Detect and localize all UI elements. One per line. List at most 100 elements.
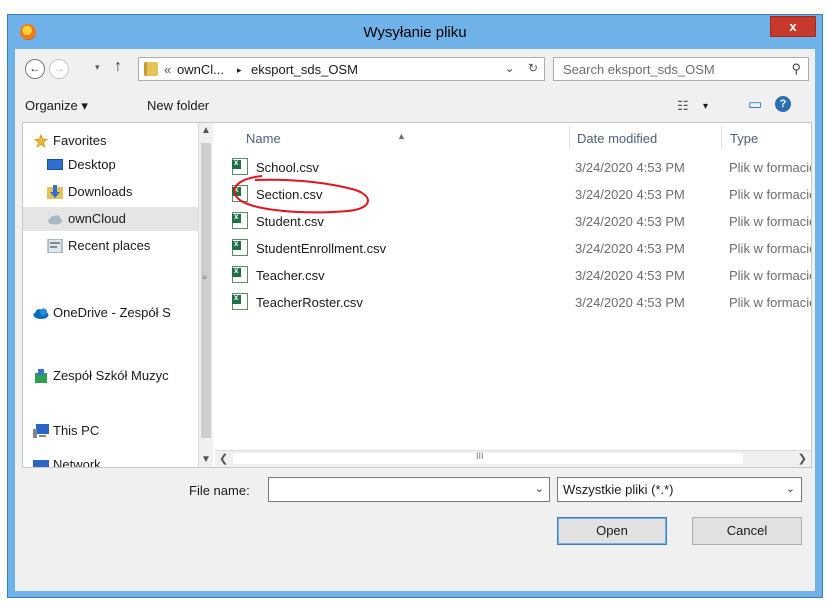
breadcrumb-separator-icon[interactable]: ▸ — [237, 65, 242, 76]
window-title: Wysyłanie pliku — [363, 24, 467, 41]
sharepoint-icon — [35, 369, 47, 383]
scroll-grip-icon: ≡ — [202, 273, 207, 282]
table-row[interactable]: Section.csv 3/24/2020 4:53 PM Plik w for… — [215, 182, 811, 208]
sidebar-item-this-pc[interactable]: This PC — [23, 419, 198, 443]
file-type: Plik w formacie CSV — [729, 187, 811, 202]
table-row[interactable]: Teacher.csv 3/24/2020 4:53 PM Plik w for… — [215, 263, 811, 289]
onedrive-icon — [33, 308, 49, 319]
scroll-thumb[interactable] — [201, 143, 211, 438]
sidebar-item-favorites[interactable]: Favorites — [23, 129, 198, 153]
sidebar-item-label: This PC — [53, 423, 100, 438]
refresh-icon[interactable]: ↻ — [528, 61, 538, 75]
recent-locations-dropdown-icon[interactable]: ▾ — [95, 62, 100, 73]
sidebar-item-label: ownCloud — [68, 211, 126, 226]
sidebar-item-sharepoint[interactable]: Zespół Szkół Muzyc — [23, 364, 198, 388]
file-date: 3/24/2020 4:53 PM — [575, 187, 685, 202]
csv-file-icon — [232, 185, 248, 202]
file-date: 3/24/2020 4:53 PM — [575, 268, 685, 283]
sidebar-item-label: Recent places — [68, 238, 151, 253]
file-date: 3/24/2020 4:53 PM — [575, 160, 685, 175]
up-arrow-icon[interactable]: ↑ — [114, 58, 122, 76]
table-row[interactable]: StudentEnrollment.csv 3/24/2020 4:53 PM … — [215, 236, 811, 262]
forward-button[interactable]: → — [49, 59, 69, 79]
column-header-type[interactable]: Type — [730, 131, 758, 146]
cancel-button[interactable]: Cancel — [692, 517, 802, 545]
file-upload-dialog: Wysyłanie pliku x ← → ▾ ↑ « ownCl... ▸ e… — [7, 14, 823, 598]
computer-icon — [33, 424, 49, 438]
file-name: TeacherRoster.csv — [256, 295, 363, 310]
change-view-icon[interactable]: ☷ — [677, 98, 689, 114]
sidebar-item-label: Desktop — [68, 157, 116, 172]
view-dropdown-icon[interactable]: ▾ — [703, 101, 708, 112]
search-icon[interactable]: ⚲ — [791, 61, 801, 77]
sidebar-item-desktop[interactable]: Desktop — [23, 153, 198, 177]
csv-file-icon — [232, 158, 248, 175]
sidebar-item-network[interactable]: Network — [23, 453, 198, 467]
breadcrumb-owncloud[interactable]: ownCl... — [177, 62, 224, 77]
file-name: Student.csv — [256, 214, 324, 229]
breadcrumb-current[interactable]: eksport_sds_OSM — [251, 62, 358, 77]
sidebar-item-onedrive[interactable]: OneDrive - Zespół S — [23, 301, 198, 325]
file-date: 3/24/2020 4:53 PM — [575, 214, 685, 229]
scroll-right-icon[interactable]: ❯ — [798, 452, 807, 465]
new-folder-button[interactable]: New folder — [147, 98, 209, 113]
browser-panes: Favorites Desktop Downloads ownCloud Rec… — [22, 122, 812, 468]
navigation-scrollbar[interactable]: ▲ ≡ ▼ — [198, 123, 213, 467]
file-type-select[interactable]: Wszystkie pliki (*.*) ⌄ — [557, 477, 802, 502]
navigation-pane: Favorites Desktop Downloads ownCloud Rec… — [23, 123, 213, 467]
breadcrumb-overflow[interactable]: « — [164, 62, 171, 77]
column-divider[interactable] — [569, 125, 570, 149]
scroll-grip-icon: III — [476, 451, 484, 461]
chevron-down-icon[interactable]: ⌄ — [786, 482, 795, 495]
resize-grip-icon[interactable]: ∴ — [814, 585, 820, 596]
sidebar-item-downloads[interactable]: Downloads — [23, 180, 198, 204]
file-type: Plik w formacie CSV — [729, 241, 811, 256]
sidebar-item-owncloud[interactable]: ownCloud — [23, 207, 198, 231]
sidebar-item-label: Zespół Szkół Muzyc — [53, 368, 169, 383]
column-header-name[interactable]: Name — [246, 131, 281, 146]
table-row[interactable]: TeacherRoster.csv 3/24/2020 4:53 PM Plik… — [215, 290, 811, 316]
csv-file-icon — [232, 212, 248, 229]
scroll-left-icon[interactable]: ❮ — [219, 452, 228, 465]
sidebar-item-label: Favorites — [53, 133, 107, 148]
scroll-up-icon[interactable]: ▲ — [201, 125, 211, 136]
back-arrow-icon: ← — [29, 61, 41, 75]
column-header-date-modified[interactable]: Date modified — [577, 131, 657, 146]
file-type: Plik w formacie CSV — [729, 214, 811, 229]
csv-file-icon — [232, 293, 248, 310]
file-name: StudentEnrollment.csv — [256, 241, 387, 256]
csv-file-icon — [232, 266, 248, 283]
title-bar[interactable]: Wysyłanie pliku x — [8, 15, 822, 49]
file-type: Plik w formacie CSV — [729, 268, 811, 283]
csv-file-icon — [232, 239, 248, 256]
horizontal-scroll-thumb[interactable]: III — [233, 451, 743, 464]
back-button[interactable]: ← — [25, 59, 45, 79]
table-row[interactable]: School.csv 3/24/2020 4:53 PM Plik w form… — [215, 155, 811, 181]
file-name-field[interactable]: ⌄ — [268, 477, 550, 502]
file-type: Plik w formacie CSV — [729, 160, 811, 175]
sidebar-item-label: Network — [53, 457, 101, 467]
preview-pane-icon[interactable]: ▭ — [748, 95, 762, 113]
search-placeholder[interactable]: Search eksport_sds_OSM — [563, 62, 715, 77]
scroll-down-icon[interactable]: ▼ — [201, 454, 211, 465]
organize-button[interactable]: Organize ▾ — [25, 98, 88, 114]
address-dropdown-icon[interactable]: ⌄ — [505, 61, 515, 75]
help-icon[interactable]: ? — [775, 96, 791, 112]
chevron-down-icon[interactable]: ⌄ — [535, 482, 544, 495]
table-row[interactable]: Student.csv 3/24/2020 4:53 PM Plik w for… — [215, 209, 811, 235]
horizontal-scrollbar[interactable]: ❮ III ❯ — [215, 450, 811, 467]
address-bar[interactable]: « ownCl... ▸ eksport_sds_OSM ⌄ ↻ — [138, 57, 545, 81]
sidebar-item-recent-places[interactable]: Recent places — [23, 234, 198, 258]
close-button[interactable]: x — [770, 16, 816, 37]
file-name-label: File name: — [189, 483, 250, 498]
forward-arrow-icon: → — [53, 61, 65, 75]
search-box[interactable]: Search eksport_sds_OSM ⚲ — [553, 57, 809, 81]
file-list: Name ▲ Date modified Type School.csv 3/2… — [215, 123, 811, 467]
desktop-icon — [47, 159, 63, 170]
column-divider[interactable] — [721, 125, 722, 149]
column-headers: Name ▲ Date modified Type — [215, 123, 811, 151]
open-button[interactable]: Open — [557, 517, 667, 545]
sort-ascending-icon: ▲ — [397, 131, 406, 141]
file-name: School.csv — [256, 160, 319, 175]
file-type: Plik w formacie CSV — [729, 295, 811, 310]
